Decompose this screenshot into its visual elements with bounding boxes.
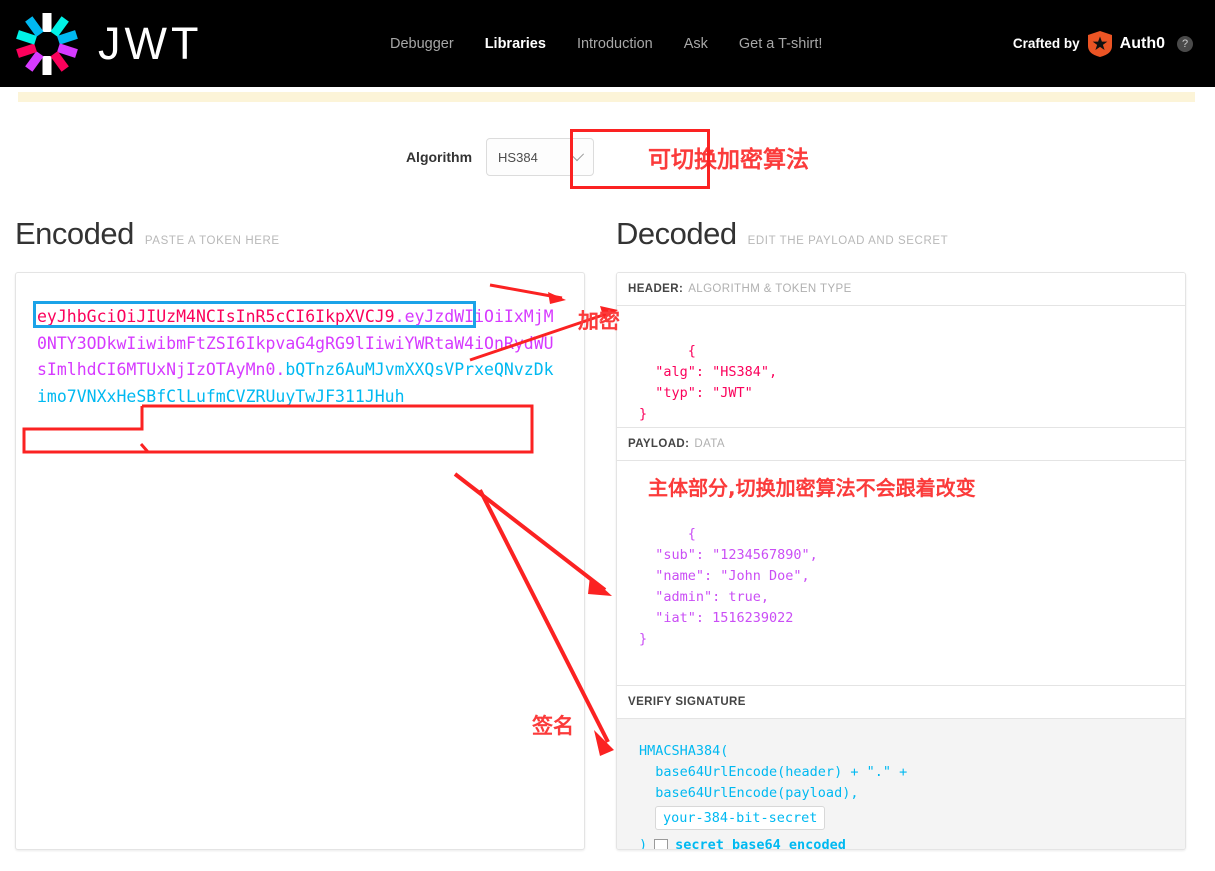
- jwt-token-text[interactable]: eyJhbGciOiJIUzM4NCIsInR5cCI6IkpXVCJ9.eyJ…: [37, 304, 557, 410]
- secret-base64-label[interactable]: secret base64 encoded: [675, 835, 846, 849]
- decoded-header-sublabel: ALGORITHM & TOKEN TYPE: [688, 283, 852, 295]
- decoded-payload-sublabel: DATA: [694, 438, 725, 450]
- nav-link-get-a-tshirt[interactable]: Get a T-shirt!: [739, 36, 823, 52]
- token-header-segment: eyJhbGciOiJIUzM4NCIsInR5cCI6IkpXVCJ9: [37, 307, 395, 326]
- algorithm-label: Algorithm: [405, 149, 473, 165]
- encoded-subtitle: PASTE A TOKEN HERE: [144, 235, 280, 247]
- nav-link-introduction[interactable]: Introduction: [577, 36, 653, 52]
- decoded-signature-label: VERIFY SIGNATURE: [628, 696, 746, 708]
- nav-link-debugger[interactable]: Debugger: [390, 36, 454, 52]
- decoded-payload-code: { "sub": "1234567890", "name": "John Doe…: [639, 526, 818, 647]
- top-navbar: JWT Debugger Libraries Introduction Ask …: [0, 0, 1215, 87]
- auth0-label[interactable]: Auth0: [1120, 35, 1165, 53]
- notice-banner-strip: [18, 92, 1195, 102]
- token-separator-1: .: [394, 307, 405, 326]
- brand-wordmark: JWT: [98, 17, 203, 69]
- auth0-shield-icon: [1087, 30, 1112, 57]
- nav-links: Debugger Libraries Introduction Ask Get …: [390, 0, 822, 87]
- decoded-signature-editor[interactable]: HMACSHA384( base64UrlEncode(header) + ".…: [617, 719, 1185, 850]
- token-separator-2: .: [275, 360, 286, 379]
- crafted-by-group: Crafted by Auth0 ?: [1013, 0, 1193, 87]
- signature-close-paren: ): [639, 837, 648, 850]
- encoded-token-panel[interactable]: eyJhbGciOiJIUzM4NCIsInR5cCI6IkpXVCJ9.eyJ…: [15, 272, 585, 850]
- question-mark-icon[interactable]: ?: [1177, 35, 1193, 52]
- decoded-subtitle: EDIT THE PAYLOAD AND SECRET: [747, 235, 949, 247]
- decoded-signature-bar: VERIFY SIGNATURE: [617, 685, 1185, 719]
- decoded-header-bar: HEADER: ALGORITHM & TOKEN TYPE: [617, 273, 1185, 306]
- algorithm-selected-value: HS384: [498, 149, 538, 165]
- decoded-payload-label: PAYLOAD:: [628, 438, 690, 450]
- decoded-header-editor[interactable]: { "alg": "HS384", "typ": "JWT" }: [617, 306, 1185, 427]
- secret-input[interactable]: [655, 806, 825, 830]
- algorithm-select-wrapper: HS384: [486, 138, 595, 176]
- decoded-payload-editor[interactable]: { "sub": "1234567890", "name": "John Doe…: [617, 461, 1185, 685]
- annotation-algorithm: 可切换加密算法: [648, 147, 810, 173]
- decoded-header-label: HEADER:: [628, 283, 684, 295]
- signature-line-2: base64UrlEncode(header) + "." +: [639, 764, 908, 780]
- chevron-down-icon: [569, 147, 585, 162]
- encoded-heading: Encoded PASTE A TOKEN HERE: [15, 216, 280, 252]
- decoded-payload-bar: PAYLOAD: DATA: [617, 427, 1185, 461]
- secret-base64-row: ) secret base64 encoded: [639, 835, 1185, 850]
- nav-link-ask[interactable]: Ask: [684, 36, 708, 52]
- signature-line-3: base64UrlEncode(payload),: [639, 785, 859, 801]
- algorithm-row: Algorithm HS384 可切换加密算法: [0, 138, 1215, 176]
- decoded-panel: HEADER: ALGORITHM & TOKEN TYPE { "alg": …: [616, 272, 1186, 850]
- decoded-header-code: { "alg": "HS384", "typ": "JWT" }: [639, 343, 778, 422]
- signature-line-1: HMACSHA384(: [639, 743, 729, 759]
- brand-logo-group[interactable]: JWT: [14, 11, 202, 77]
- crafted-by-label: Crafted by: [1012, 36, 1080, 51]
- nav-link-libraries[interactable]: Libraries: [485, 36, 546, 52]
- encoded-title: Encoded: [15, 216, 134, 251]
- secret-base64-checkbox[interactable]: [654, 838, 669, 849]
- decoded-title: Decoded: [616, 216, 737, 251]
- decoded-heading: Decoded EDIT THE PAYLOAD AND SECRET: [616, 216, 948, 252]
- algorithm-select[interactable]: HS384: [486, 138, 595, 176]
- jwt-starburst-logo: [14, 11, 80, 77]
